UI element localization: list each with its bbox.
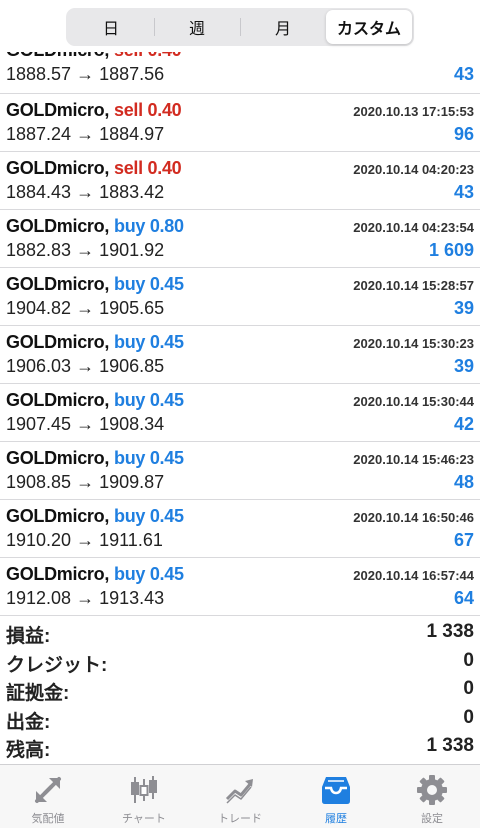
account-summary: 損益: 1 338 クレジット: 0 証拠金: 0 出金: 0 残高: 1 33… [0,617,480,761]
trade-symbol: GOLDmicro,sell 0.40 [6,158,182,178]
trade-price-range: 1884.43 → 1883.42 [6,182,165,202]
segment-week[interactable]: 週 [154,10,240,44]
trade-side: buy 0.45 [114,332,184,352]
tab-quotes[interactable]: 気配値 [0,765,96,828]
trade-row[interactable]: GOLDmicro, buy 0.45 2020.10.14 16:50:46 191… [0,500,480,558]
trade-side: buy 0.45 [114,564,184,584]
trade-profit: 39 [453,356,474,376]
trade-side: buy 0.45 [114,390,184,410]
summary-credit-row: クレジット: 0 [0,646,480,676]
tab-history[interactable]: 履歴 [288,765,384,828]
summary-label: 出金: [6,711,51,733]
trade-side: sell 0.40 [114,158,182,178]
trade-row[interactable]: GOLDmicro, buy 0.45 2020.10.14 16:57:44 191… [0,558,480,616]
trade-price-range: 1907.45 → 1908.34 [6,414,165,434]
trade-side: buy 0.45 [114,448,184,468]
trade-time: 2020.10.14 15:30:44 [353,394,474,409]
summary-profit-row: 損益: 1 338 [0,617,480,647]
trade-profit: 96 [453,124,474,144]
tab-label: 履歴 [325,813,347,825]
summary-value: 0 [463,649,474,671]
trade-history-list: GOLDmicro,sell 0.40 1888.57 → 1887.56 43… [0,40,480,616]
trade-time: 2020.10.14 04:20:23 [353,162,474,177]
tab-label: トレード [218,813,262,825]
summary-withdrawal-row: 出金: 0 [0,703,480,733]
trade-profit: 64 [453,588,474,608]
trade-row[interactable]: GOLDmicro, sell 0.40 2020.10.14 04:20:23 18… [0,152,480,210]
summary-label: 損益: [6,626,51,647]
trade-side: buy 0.45 [114,274,184,294]
trade-row[interactable]: GOLDmicro, buy 0.45 2020.10.14 15:30:23 190… [0,326,480,384]
summary-label: 残高: [6,740,51,761]
period-segment-bar: 日 週 月 カスタム [0,0,480,52]
summary-value: 1 338 [426,621,474,642]
summary-value: 0 [463,678,474,699]
trade-price-range: 1888.57 → 1887.56 [6,64,165,84]
trade-row[interactable]: GOLDmicro, buy 0.45 2020.10.14 15:28:57 190… [0,268,480,326]
trade-profit: 1 609 [428,240,474,260]
trade-price-range: 1912.08 → 1913.43 [6,588,165,608]
settings-icon [417,775,447,805]
trade-profit: 67 [453,530,474,550]
trade-row[interactable]: GOLDmicro, sell 0.40 2020.10.13 17:15:53 18… [0,94,480,152]
segment-custom[interactable]: カスタム [326,10,412,44]
summary-value: 0 [463,706,474,728]
segment-month[interactable]: 月 [240,10,326,44]
trade-time: 2020.10.13 17:15:53 [353,104,474,119]
history-icon [322,777,350,804]
trade-side: buy 0.80 [114,216,184,236]
trade-row[interactable]: GOLDmicro, buy 0.80 2020.10.14 04:23:54 188… [0,210,480,268]
trade-time: 2020.10.14 15:28:57 [353,278,474,293]
summary-balance-row: 残高: 1 338 [0,731,480,761]
trade-icon [225,779,253,804]
tab-label: チャート [122,813,166,825]
quotes-icon [35,777,61,803]
trade-time: 2020.10.14 15:46:23 [353,452,474,467]
bottom-tab-bar: 気配値 チャート トレード 履歴 設定 [0,764,480,828]
period-segmented-control: 日 週 月 カスタム [66,8,414,46]
tab-label: 設定 [421,813,443,825]
summary-value: 1 338 [426,735,474,756]
trade-price-range: 1910.20 → 1911.61 [6,530,163,550]
tab-trade[interactable]: トレード [192,765,288,828]
trade-profit: 43 [453,182,474,202]
summary-label: クレジット: [6,654,108,676]
trade-symbol: GOLDmicro, buy 0.45 [6,506,184,526]
summary-label: 証拠金: [6,683,70,704]
trade-time: 2020.10.14 15:30:23 [353,336,474,351]
trade-side: sell 0.40 [114,100,182,120]
trade-price-range: 1887.24 → 1884.97 [6,124,165,144]
trade-side: buy 0.45 [114,506,184,526]
tab-label: 気配値 [31,813,65,825]
segment-day[interactable]: 日 [68,10,154,44]
trade-profit: 43 [453,64,474,84]
trade-price-range: 1904.82 → 1905.65 [6,298,165,318]
trade-symbol: GOLDmicro, buy 0.45 [6,274,184,294]
trade-symbol: GOLDmicro, buy 0.45 [6,332,184,352]
trade-row[interactable]: GOLDmicro, buy 0.45 2020.10.14 15:30:44 190… [0,384,480,442]
trade-profit: 42 [453,414,474,434]
trade-row[interactable]: GOLDmicro, buy 0.45 2020.10.14 15:46:23 190… [0,442,480,500]
chart-icon [131,776,157,803]
summary-deposit-row: 証拠金: 0 [0,674,480,704]
trade-symbol: GOLDmicro, buy 0.45 [6,448,184,468]
trade-profit: 39 [453,298,474,318]
trade-price-range: 1882.83 → 1901.92 [6,240,165,260]
tab-chart[interactable]: チャート [96,765,192,828]
trade-symbol: GOLDmicro, buy 0.80 [6,216,184,236]
trade-profit: 48 [453,472,474,492]
trade-price-range: 1906.03 → 1906.85 [6,356,165,376]
trade-time: 2020.10.14 04:23:54 [353,220,474,235]
trade-time: 2020.10.14 16:50:46 [353,510,474,525]
trade-price-range: 1908.85 → 1909.87 [6,472,165,492]
tab-settings[interactable]: 設定 [384,765,480,828]
trade-time: 2020.10.14 16:57:44 [353,568,474,583]
trade-symbol: GOLDmicro, buy 0.45 [6,390,184,410]
trade-symbol: GOLDmicro,sell 0.40 [6,100,182,120]
trade-symbol: GOLDmicro, buy 0.45 [6,564,184,584]
